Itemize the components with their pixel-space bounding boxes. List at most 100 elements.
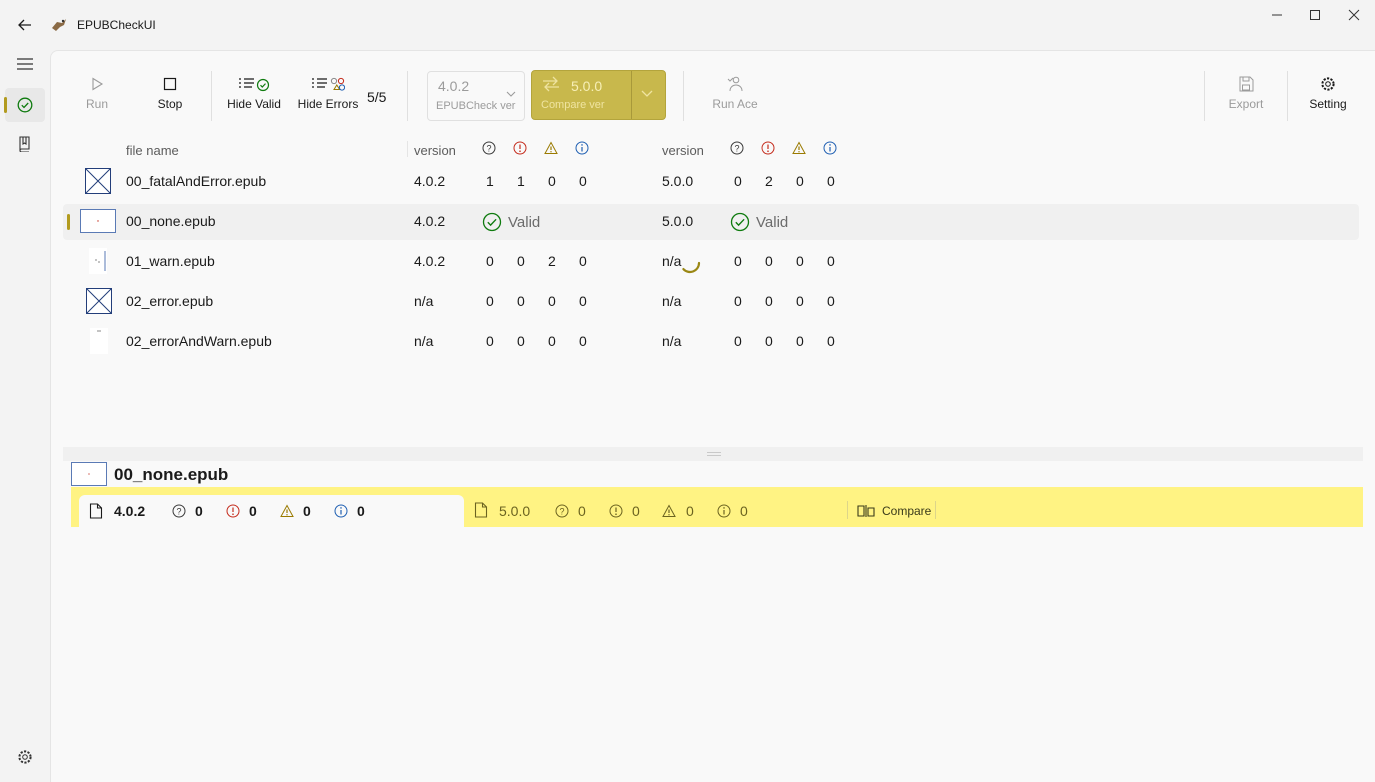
warning-count-a: 0 (548, 293, 556, 309)
version-a: 4.0.2 (414, 213, 446, 229)
minimize-button[interactable] (1262, 6, 1292, 24)
file-name: 01_warn.epub (126, 253, 215, 269)
table-row[interactable]: 00_fatalAndError.epub 4.0.2 1 1 0 0 5.0.… (63, 164, 1359, 200)
warning-count-a: 2 (548, 253, 556, 269)
nav-item-check[interactable] (5, 88, 45, 122)
app-settings-button[interactable] (5, 740, 45, 774)
table-row[interactable]: 02_error.epub n/a 0 0 0 0 n/a 0 0 0 0 (63, 284, 1359, 320)
fatal-count-b: 0 (734, 333, 742, 349)
info-count-b: 0 (827, 173, 835, 189)
chevron-down-icon (506, 91, 516, 97)
info-icon (575, 141, 589, 155)
compare-version-button[interactable]: 5.0.0 Compare ver (532, 71, 631, 119)
fatal-count-b: 0 (734, 253, 742, 269)
warning-count-a: 0 (548, 333, 556, 349)
toolbar-separator (407, 71, 408, 121)
gear-icon (1321, 77, 1335, 91)
document-icon (474, 502, 488, 518)
tab-version-b[interactable]: 5.0.0 ? 0 0 0 0 (464, 487, 849, 527)
fatal-count-b: 0 (734, 293, 742, 309)
close-button[interactable] (1339, 6, 1369, 24)
error-icon (513, 141, 527, 155)
file-name: 02_errorAndWarn.epub (126, 333, 272, 349)
error-count-a: 1 (517, 173, 525, 189)
epubcheck-version-select[interactable]: 4.0.2 EPUBCheck ver (427, 71, 525, 121)
version-b: 5.0.0 (662, 173, 694, 189)
run-ace-button[interactable]: Run Ace (709, 73, 761, 121)
table-row[interactable]: 01_warn.epub 4.0.2 0 0 2 0 n/a 0 0 0 0 (63, 244, 1359, 280)
error-count-a: 0 (517, 333, 525, 349)
maximize-button[interactable] (1300, 6, 1330, 24)
document-icon (89, 503, 103, 519)
valid-status-a: Valid (482, 212, 540, 232)
setting-button[interactable]: Setting (1305, 73, 1351, 121)
column-header-file-name[interactable]: file name (126, 143, 179, 158)
book-icon (19, 136, 30, 152)
hide-valid-button[interactable]: Hide Valid (225, 73, 283, 121)
toolbar-separator (1287, 71, 1288, 121)
run-button[interactable]: Run (79, 73, 115, 121)
save-icon (1239, 76, 1254, 92)
valid-check-icon (482, 212, 502, 232)
info-count-b: 0 (827, 253, 835, 269)
svg-text:?: ? (176, 507, 181, 517)
warning-icon (280, 504, 294, 517)
nav-selection-indicator (4, 97, 7, 113)
stop-button[interactable]: Stop (151, 73, 189, 121)
valid-check-icon (730, 212, 750, 232)
minimize-icon (1272, 14, 1282, 16)
column-header-version-a[interactable]: version (414, 143, 456, 158)
info-count-b: 0 (827, 333, 835, 349)
error-icon (609, 504, 623, 518)
version-a: 4.0.2 (414, 173, 446, 189)
version-a: n/a (414, 293, 434, 309)
fatal-count-a: 0 (486, 293, 494, 309)
valid-status-b: Valid (730, 212, 788, 232)
warning-count-b: 0 (796, 293, 804, 309)
list-check-icon (239, 78, 270, 92)
version-b: n/a (662, 333, 682, 349)
stop-icon (163, 77, 177, 91)
play-icon (92, 77, 104, 91)
file-name: 02_error.epub (126, 293, 214, 309)
toolbar-separator (211, 71, 212, 121)
toolbar-separator (683, 71, 684, 121)
export-button[interactable]: Export (1225, 73, 1267, 121)
info-icon (823, 141, 837, 155)
back-button[interactable] (14, 14, 36, 36)
accessibility-person-icon (727, 76, 743, 92)
title-bar: EPUBCheckUI (0, 0, 1375, 50)
detail-file-title: 00_none.epub (114, 465, 229, 484)
info-count-a: 0 (579, 253, 587, 269)
warning-icon (792, 141, 806, 154)
warning-count-b: 0 (796, 253, 804, 269)
info-count-a: 0 (579, 333, 587, 349)
menu-button[interactable] (5, 47, 45, 81)
epub-cover-thumbnail (89, 248, 107, 274)
arrow-left-icon (18, 19, 31, 31)
pane-splitter[interactable] (63, 447, 1363, 461)
column-header-version-b[interactable]: version (662, 143, 704, 158)
swap-arrows-icon (543, 76, 559, 92)
version-b: n/a (662, 293, 682, 309)
nav-item-book[interactable] (5, 127, 45, 161)
svg-text:?: ? (486, 144, 491, 154)
splitter-grip-icon (707, 452, 721, 456)
compare-book-icon (857, 505, 875, 517)
hide-errors-button[interactable]: Hide Errors (297, 73, 359, 121)
table-row[interactable]: 02_errorAndWarn.epub n/a 0 0 0 0 n/a 0 0… (63, 324, 1359, 360)
navigation-rail (0, 50, 50, 782)
loading-spinner-icon (682, 261, 701, 274)
epub-cover-thumbnail (90, 328, 108, 354)
warning-icon (662, 504, 676, 517)
table-row-selected[interactable]: 00_none.epub 4.0.2 Valid 5.0.0 Valid (63, 204, 1359, 240)
error-count-b: 2 (765, 173, 773, 189)
epub-cover-thumbnail (80, 209, 116, 233)
tab-version-a[interactable]: 4.0.2 ? 0 0 0 0 (79, 495, 464, 527)
check-circle-icon (17, 97, 33, 113)
compare-version-dropdown-chevron-icon[interactable] (641, 88, 653, 98)
tab-compare[interactable]: Compare (855, 487, 935, 527)
error-count-b: 0 (765, 253, 773, 269)
epub-cover-thumbnail (86, 288, 112, 314)
result-count: 5/5 (367, 89, 387, 105)
